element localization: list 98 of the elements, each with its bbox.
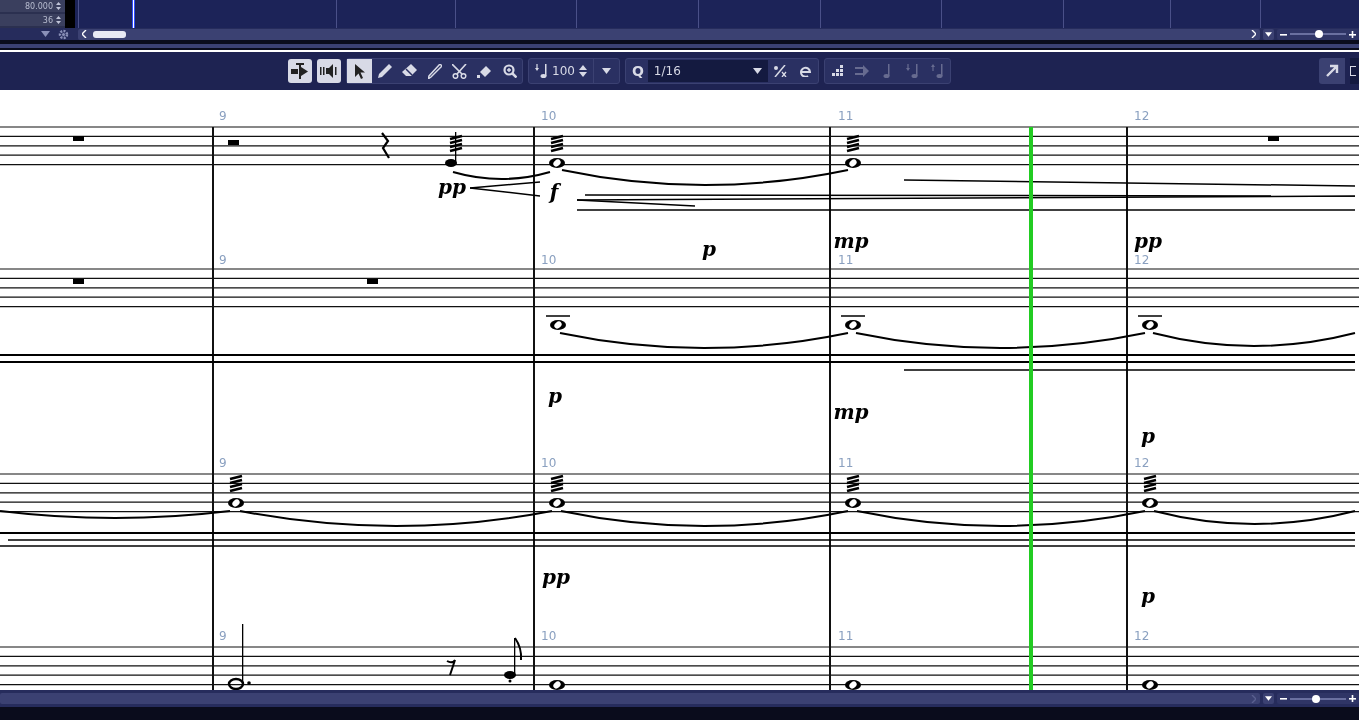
tremolo-note (549, 474, 565, 508)
measure-number: 12 (1134, 109, 1150, 123)
number-field[interactable]: 36 (0, 14, 65, 26)
solo-lane-button[interactable] (288, 59, 312, 83)
measure-number: 11 (838, 109, 854, 123)
tremolo-note (845, 474, 861, 508)
note-velocity-icon (534, 64, 548, 78)
horizontal-scrollbar[interactable] (0, 693, 1260, 704)
dynamic-marking: pp (438, 175, 466, 199)
spinner-icon (578, 65, 587, 77)
note-icon (883, 64, 892, 78)
measure-number: 12 (1134, 456, 1150, 470)
zoom-slider[interactable] (1290, 697, 1346, 700)
dynamic-marking: p (548, 384, 562, 408)
zoom-icon (502, 64, 517, 78)
rest (367, 279, 378, 284)
slider-thumb[interactable] (1311, 694, 1320, 703)
split-arrow-icon (291, 63, 309, 79)
note-up-icon (930, 64, 945, 78)
caret-icon (1265, 31, 1272, 37)
expand-button[interactable] (1319, 58, 1345, 84)
dropdown-button[interactable] (1263, 28, 1274, 40)
measure-number: 10 (541, 109, 557, 123)
horizontal-scrollbar[interactable] (78, 28, 1260, 40)
scrollbar-thumb[interactable] (93, 30, 126, 38)
plus-icon (1349, 30, 1356, 38)
whole-note (1137, 315, 1163, 330)
scissors-icon (452, 63, 467, 79)
measure-number: 12 (1134, 629, 1150, 643)
note-down-icon (905, 64, 920, 78)
zoom-control[interactable] (1277, 28, 1359, 40)
eraser-icon (402, 64, 417, 78)
tremolo-note (445, 132, 463, 167)
arrow-right-icon (855, 65, 870, 77)
dynamic-marking: p (1141, 584, 1155, 608)
plus-icon (1349, 695, 1356, 702)
slider-thumb[interactable] (1315, 30, 1324, 38)
measure-number: 10 (541, 253, 557, 267)
number-field[interactable]: 80.000 (0, 0, 65, 12)
caret-icon (601, 68, 611, 74)
dynamic-marking: mp (833, 400, 869, 424)
arrow-up-right-icon (1325, 64, 1339, 78)
chevron-right-icon (1251, 694, 1256, 703)
glue-tube-icon (477, 64, 492, 78)
hairpin (469, 181, 541, 197)
measure-number: 9 (219, 253, 227, 267)
dynamic-marking: mp (833, 229, 869, 253)
caret-icon (752, 68, 762, 74)
rest (73, 279, 84, 284)
pointer-tool[interactable] (347, 59, 372, 83)
velocity-value[interactable]: 100 (548, 64, 579, 78)
tremolo-note (1142, 474, 1158, 508)
speaker-icon (320, 64, 338, 78)
caret-icon (1265, 696, 1272, 701)
whole-note (545, 315, 571, 330)
quantize-dropdown[interactable]: 1/16 (647, 60, 768, 82)
bar-steps-icon (830, 65, 845, 77)
tremolo-note (549, 134, 565, 168)
chevron-left-icon (82, 30, 87, 38)
pointer-icon (353, 63, 366, 79)
quarter-rest (381, 132, 390, 159)
rest (73, 136, 84, 141)
measure-number: 11 (838, 456, 854, 470)
fraction-icon (773, 65, 788, 77)
measure-number: 10 (541, 629, 557, 643)
chevron-right-icon (1251, 30, 1256, 38)
spinner-icon (56, 16, 61, 24)
spinner-icon (56, 2, 61, 10)
settings-icon (58, 28, 69, 40)
minus-icon (1280, 695, 1287, 702)
eighth-rest (446, 659, 456, 676)
dynamic-marking: pp (1134, 229, 1162, 253)
tremolo-note (845, 134, 861, 168)
dynamic-marking: pp (542, 565, 570, 589)
zoom-control[interactable] (1277, 693, 1359, 704)
measure-number: 9 (219, 629, 227, 643)
eighth-note (504, 637, 523, 683)
measure-number: 9 (219, 456, 227, 470)
panel-icon (1350, 66, 1356, 76)
speaker-button[interactable] (317, 59, 341, 83)
caret-icon (41, 31, 50, 37)
measure-number: 11 (838, 253, 854, 267)
rest (228, 140, 239, 145)
rest (1268, 136, 1279, 141)
measure-number: 11 (838, 629, 854, 643)
dropdown-button[interactable] (1263, 693, 1274, 704)
pencil-icon (377, 64, 392, 78)
dynamic-marking: f (549, 180, 559, 204)
dynamic-marking: p (1141, 424, 1155, 448)
measure-number: 12 (1134, 253, 1150, 267)
measure-number: 10 (541, 456, 557, 470)
whole-note (840, 315, 866, 330)
dynamic-marking: p (702, 237, 716, 261)
swirl-icon (798, 65, 812, 77)
tremolo-note (228, 474, 244, 508)
quantize-label: Q (630, 63, 644, 79)
measure-number: 9 (219, 109, 227, 123)
pen-icon (427, 63, 442, 79)
